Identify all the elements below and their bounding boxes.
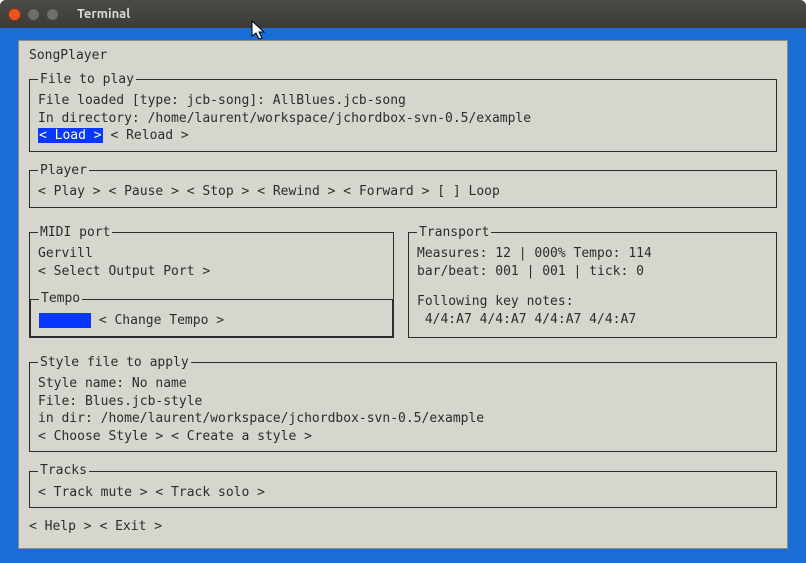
transport-barbeat-line: bar/beat: 001 | 001 | tick: 0 bbox=[417, 263, 768, 281]
load-button[interactable]: < Load > bbox=[38, 128, 103, 143]
transport-legend: Transport bbox=[417, 224, 491, 242]
file-dir-line: In directory: /home/laurent/workspace/jc… bbox=[38, 110, 768, 128]
change-tempo-button[interactable]: < Change Tempo > bbox=[99, 313, 224, 328]
songplayer-panel: SongPlayer File to play File loaded [typ… bbox=[18, 40, 788, 549]
style-group: Style file to apply Style name: No name … bbox=[29, 354, 777, 453]
transport-group: Transport Measures: 12 | 000% Tempo: 114… bbox=[408, 224, 777, 338]
forward-button[interactable]: < Forward > bbox=[343, 184, 429, 199]
footer: < Help > < Exit > bbox=[29, 518, 777, 536]
player-group: Player < Play > < Pause > < Stop > < Rew… bbox=[29, 162, 777, 208]
key-notes-header: Following key notes: bbox=[417, 293, 768, 311]
tracks-group: Tracks < Track mute > < Track solo > bbox=[29, 462, 777, 508]
tempo-group: Tempo < Change Tempo > bbox=[30, 290, 393, 336]
help-button[interactable]: < Help > bbox=[29, 519, 92, 534]
terminal-window: Terminal SongPlayer File to play File lo… bbox=[0, 0, 806, 563]
style-name-line: Style name: No name bbox=[38, 375, 768, 393]
terminal-client: SongPlayer File to play File loaded [typ… bbox=[0, 28, 806, 563]
reload-button[interactable]: < Reload > bbox=[110, 128, 188, 143]
select-output-port-button[interactable]: < Select Output Port > bbox=[38, 264, 210, 279]
loop-checkbox[interactable]: [ ] Loop bbox=[437, 184, 500, 199]
transport-measures-line: Measures: 12 | 000% Tempo: 114 bbox=[417, 245, 768, 263]
style-file-line: File: Blues.jcb-style bbox=[38, 393, 768, 411]
track-solo-button[interactable]: < Track solo > bbox=[155, 485, 265, 500]
exit-button[interactable]: < Exit > bbox=[99, 519, 162, 534]
pause-button[interactable]: < Pause > bbox=[108, 184, 178, 199]
app-title: SongPlayer bbox=[29, 47, 777, 65]
window-title: Terminal bbox=[77, 7, 130, 21]
create-style-button[interactable]: < Create a style > bbox=[171, 429, 312, 444]
key-notes: 4/4:A7 4/4:A7 4/4:A7 4/4:A7 bbox=[417, 311, 768, 329]
close-icon[interactable] bbox=[8, 8, 21, 21]
tempo-input[interactable] bbox=[39, 313, 91, 328]
player-legend: Player bbox=[38, 162, 89, 180]
titlebar[interactable]: Terminal bbox=[0, 0, 806, 28]
choose-style-button[interactable]: < Choose Style > bbox=[38, 429, 163, 444]
minimize-icon[interactable] bbox=[27, 8, 40, 21]
window-buttons bbox=[8, 8, 59, 21]
tracks-legend: Tracks bbox=[38, 462, 89, 480]
track-mute-button[interactable]: < Track mute > bbox=[38, 485, 148, 500]
midi-port-group: MIDI port Gervill < Select Output Port >… bbox=[29, 224, 394, 338]
rewind-button[interactable]: < Rewind > bbox=[257, 184, 335, 199]
file-to-play-legend: File to play bbox=[38, 71, 136, 89]
style-dir-line: in dir: /home/laurent/workspace/jchordbo… bbox=[38, 410, 768, 428]
file-to-play-group: File to play File loaded [type: jcb-song… bbox=[29, 71, 777, 152]
spacer bbox=[417, 280, 768, 293]
midi-legend: MIDI port bbox=[38, 224, 112, 242]
file-loaded-line: File loaded [type: jcb-song]: AllBlues.j… bbox=[38, 92, 768, 110]
play-button[interactable]: < Play > bbox=[38, 184, 101, 199]
style-legend: Style file to apply bbox=[38, 354, 191, 372]
stop-button[interactable]: < Stop > bbox=[187, 184, 250, 199]
tempo-legend: Tempo bbox=[39, 290, 82, 308]
midi-device: Gervill bbox=[38, 245, 385, 263]
maximize-icon[interactable] bbox=[46, 8, 59, 21]
